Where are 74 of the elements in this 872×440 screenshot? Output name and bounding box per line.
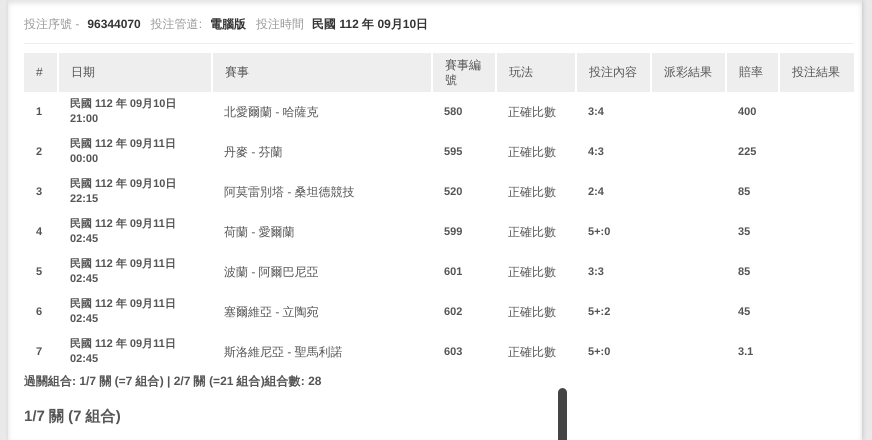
table-cell-text: 595: [443, 144, 464, 160]
table-cell-text: 3: [35, 184, 44, 200]
section-heading: 1/7 關 (7 組合): [24, 407, 122, 426]
table-cell: 580: [432, 92, 496, 132]
summary-text: 過關組合: 1/7 關 (=7 組合) | 2/7 關 (=21 組合)組合數: 28: [24, 373, 322, 390]
column-header: 派彩結果: [651, 53, 726, 92]
date-text: 民國 112 年 09月11日: [70, 137, 177, 152]
scrollbar-thumb[interactable]: [558, 388, 567, 440]
table-cell: 北愛爾蘭 - 哈薩克: [212, 92, 432, 132]
time-text: 02:45: [70, 232, 100, 247]
time-text: 02:45: [70, 272, 100, 287]
table-cell-text: 2:4: [587, 184, 605, 200]
time-text: 21:00: [70, 112, 100, 127]
info-value: 電腦版: [210, 16, 246, 33]
table-cell-text: 35: [737, 224, 752, 240]
info-label: 投注序號 -: [24, 16, 80, 33]
date-text: 民國 112 年 09月11日: [70, 297, 177, 312]
table-cell-text: 5+:2: [587, 304, 612, 320]
table-cell-text: 2: [35, 144, 44, 160]
date-text: 民國 112 年 09月10日: [70, 97, 178, 112]
time-text: 00:00: [70, 152, 100, 167]
table-cell-text: 5+:0: [587, 224, 612, 240]
date-text: 民國 112 年 09月10日: [70, 177, 178, 192]
table-cell: 正確比數: [496, 92, 576, 132]
table-cell-text: 正確比數: [507, 144, 557, 160]
time-text: 02:45: [70, 312, 100, 327]
table-cell-text: 正確比數: [507, 344, 557, 360]
table-cell-text: 520: [443, 184, 464, 200]
info-label: 投注管道:: [150, 16, 202, 33]
time-text: 22:15: [70, 192, 100, 207]
date-text: 民國 112 年 09月11日: [70, 257, 177, 272]
table-cell-text: 荷蘭 - 愛爾蘭: [223, 224, 296, 240]
column-header: #: [24, 53, 58, 92]
table-cell-text: 3:3: [587, 264, 605, 280]
table-cell-text: 599: [443, 224, 464, 240]
column-header: 投注內容: [576, 53, 651, 92]
table-cell-text: 603: [443, 344, 464, 360]
column-header: 投注結果: [779, 53, 854, 92]
table-cell-text: 5: [35, 264, 44, 280]
column-header: 日期: [58, 53, 212, 92]
date-text: 民國 112 年 09月11日: [70, 337, 177, 352]
column-header: 賠率: [726, 53, 779, 92]
table-cell-text: 正確比數: [507, 264, 557, 280]
column-header: 賽事編號: [432, 53, 496, 92]
table-cell-text: 3.1: [737, 344, 754, 360]
table-cell: 3:4: [576, 92, 651, 132]
table-cell-text: 丹麥 - 芬蘭: [223, 144, 284, 160]
table-cell-text: 阿莫雷別塔 - 桑坦德競技: [223, 184, 356, 200]
table-cell-text: 5+:0: [587, 344, 612, 360]
date-text: 民國 112 年 09月11日: [70, 217, 177, 232]
table-cell-text: 85: [737, 264, 752, 280]
table-cell-text: 6: [35, 304, 44, 320]
table-cell-text: 45: [737, 304, 752, 320]
table-cell-text: 602: [443, 304, 464, 320]
table-cell-text: 正確比數: [507, 184, 557, 200]
table-cell: 400: [726, 92, 779, 132]
column-header: 玩法: [496, 53, 576, 92]
table-cell-text: 225: [737, 144, 758, 160]
table-cell-text: 7: [35, 344, 44, 360]
table-cell-text: 塞爾維亞 - 立陶宛: [223, 304, 320, 320]
info-value: 96344070: [87, 17, 141, 31]
table-cell-text: 601: [443, 264, 464, 280]
table-cell-text: 4: [35, 224, 44, 240]
table-cell-text: 正確比數: [507, 224, 557, 240]
column-header: 賽事: [212, 53, 432, 92]
time-text: 02:45: [70, 352, 100, 367]
table-cell-text: 正確比數: [507, 304, 557, 320]
table-cell-text: 85: [737, 184, 752, 200]
table-cell-text: 波蘭 - 阿爾巴尼亞: [223, 264, 320, 280]
table-cell-text: 4:3: [587, 144, 605, 160]
table-cell-text: 斯洛維尼亞 - 聖馬利諾: [223, 344, 344, 360]
info-value: 民國 112 年 09月10日: [312, 16, 428, 33]
table-cell: 1: [24, 92, 58, 132]
info-label: 投注時間: [256, 16, 304, 33]
